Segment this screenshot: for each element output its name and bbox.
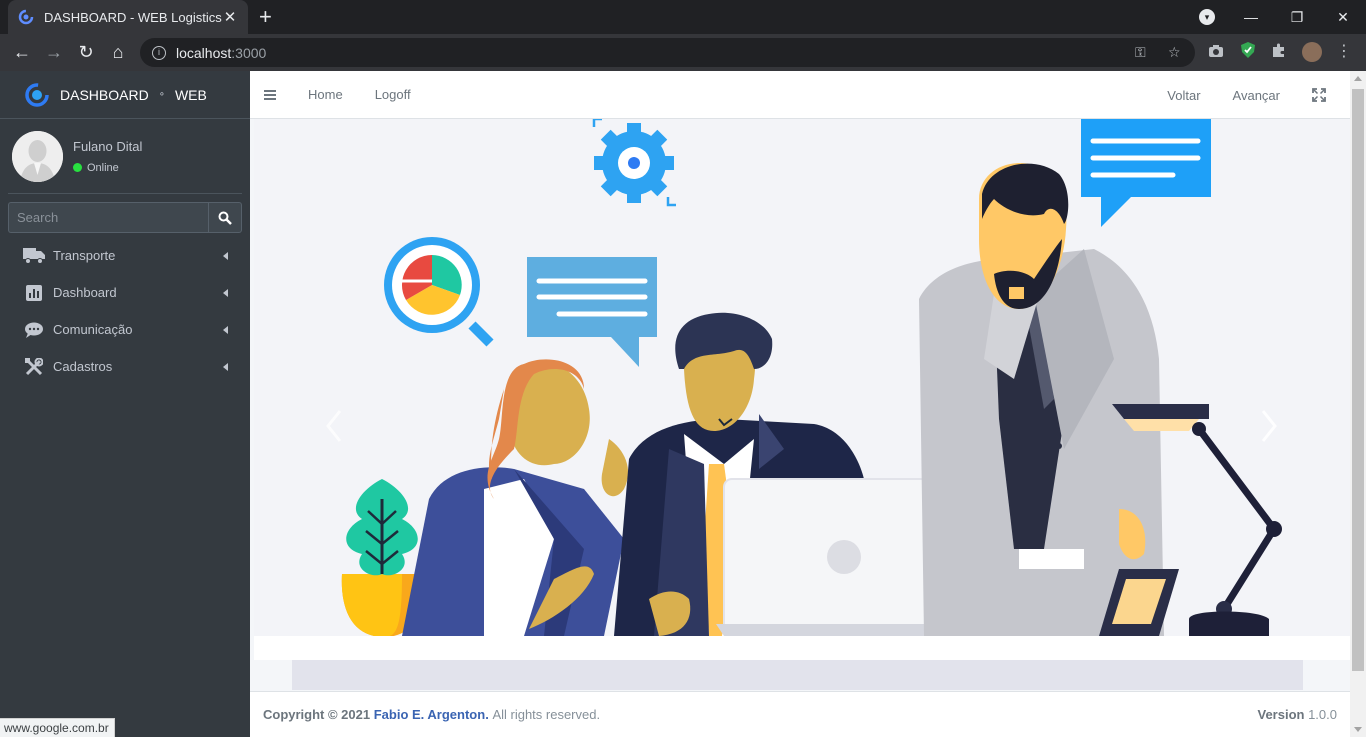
forward-arrow-icon[interactable]: → (43, 41, 65, 63)
sidebar-menu: Transporte Dashboard Comunicação Cadastr… (0, 237, 250, 385)
user-name[interactable]: Fulano Dital (73, 139, 142, 154)
brand-logo-icon (25, 82, 49, 107)
page-scrollbar[interactable] (1350, 71, 1366, 737)
footer: Copyright © 2021 Fabio E. Argenton. All … (250, 691, 1350, 737)
avatar[interactable] (12, 130, 63, 182)
camera-extension-icon[interactable] (1206, 42, 1226, 62)
truck-icon (23, 247, 45, 265)
sidebar-item-label: Transporte (53, 248, 116, 263)
user-status: Online (73, 162, 142, 174)
sidebar: DASHBOARD ∘ WEB Fulano Dital Online Sear… (0, 71, 250, 737)
scroll-down-icon[interactable] (1354, 727, 1362, 732)
restore-icon[interactable]: ❐ (1274, 0, 1320, 34)
hamburger-menu-icon[interactable] (264, 88, 276, 102)
url-host: localhost (176, 44, 232, 61)
browser-menu-icon[interactable]: ⋮ (1334, 42, 1354, 62)
fullscreen-expand-icon[interactable] (1312, 88, 1326, 102)
window-close-icon[interactable]: ✕ (1320, 0, 1366, 34)
browser-tabbar: DASHBOARD - WEB Logistics ✕ + ▾ — ❐ ✕ (0, 0, 1366, 34)
caret-left-icon (223, 325, 228, 334)
address-bar[interactable]: i localhost:3000 ⚿ ☆ (140, 38, 1195, 67)
author-link[interactable]: Fabio E. Argenton. (374, 707, 489, 722)
brand-sub-text: WEB (174, 86, 207, 103)
tab-search-icon[interactable]: ▾ (1199, 9, 1215, 25)
brand-link[interactable]: DASHBOARD ∘ WEB (0, 71, 250, 119)
window-controls: — ❐ ✕ (1228, 0, 1366, 34)
tools-icon (23, 357, 45, 376)
nav-right: Voltar Avançar (1167, 71, 1350, 119)
carousel-next-icon[interactable] (1261, 409, 1277, 443)
nav-forward-link[interactable]: Avançar (1233, 88, 1280, 103)
reload-icon[interactable]: ↻ (75, 41, 97, 63)
speech-bubble-icon (1081, 119, 1211, 227)
nav-home-link[interactable]: Home (308, 87, 343, 102)
version-info: Version 1.0.0 (1257, 707, 1337, 722)
browser-status-url: www.google.com.br (0, 718, 115, 737)
extensions-puzzle-icon[interactable] (1269, 42, 1289, 62)
chart-icon (23, 284, 45, 302)
nav-logoff-link[interactable]: Logoff (375, 87, 411, 102)
caret-left-icon (223, 251, 228, 260)
version-label: Version (1257, 707, 1305, 722)
sidebar-item-dashboard[interactable]: Dashboard (0, 274, 250, 311)
site-info-icon[interactable]: i (152, 45, 166, 60)
carousel-prev-icon[interactable] (326, 409, 342, 443)
top-navbar: Home Logoff Voltar Avançar (250, 71, 1350, 119)
sidebar-item-cadastros[interactable]: Cadastros (0, 348, 250, 385)
caret-left-icon (223, 362, 228, 371)
gear-icon (592, 119, 676, 207)
home-icon[interactable]: ⌂ (107, 41, 129, 63)
bookmark-star-icon[interactable]: ☆ (1168, 38, 1181, 67)
nav-back-link[interactable]: Voltar (1167, 88, 1200, 103)
browser-toolbar: ← → ↻ ⌂ i localhost:3000 ⚿ ☆ ⋮ (0, 34, 1366, 71)
profile-avatar-icon[interactable] (1302, 42, 1322, 62)
url-port: :3000 (231, 44, 267, 61)
back-arrow-icon[interactable]: ← (11, 41, 33, 63)
search-button[interactable] (208, 202, 242, 233)
team-illustration (341, 119, 1282, 636)
user-panel: Fulano Dital Online (8, 119, 242, 194)
sidebar-item-label: Comunicação (53, 322, 133, 337)
minimize-icon[interactable]: — (1228, 0, 1274, 34)
version-number: 1.0.0 (1308, 707, 1337, 722)
caret-left-icon (223, 288, 228, 297)
search-icon (218, 211, 232, 225)
brand-main-text: DASHBOARD (60, 86, 149, 103)
chat-icon (23, 321, 45, 339)
new-tab-icon[interactable]: + (259, 6, 272, 28)
shield-extension-icon[interactable] (1238, 42, 1258, 62)
copyright-text: Copyright © 2021 (263, 707, 371, 722)
sidebar-item-label: Dashboard (53, 285, 117, 300)
user-status-text: Online (87, 161, 119, 174)
pie-chart-magnifier-icon (384, 237, 494, 347)
tab-title: DASHBOARD - WEB Logistics (44, 9, 222, 25)
rights-text: All rights reserved. (492, 707, 601, 722)
content-panel (292, 660, 1303, 690)
brand-separator: ∘ (158, 89, 165, 100)
hero-carousel-slide (254, 119, 1350, 636)
carousel-bottom (254, 636, 1350, 660)
sidebar-search (8, 202, 242, 233)
sidebar-item-comunicacao[interactable]: Comunicação (0, 311, 250, 348)
man-standing-figure (919, 163, 1164, 636)
site-favicon-icon (18, 9, 34, 25)
online-status-icon (73, 163, 82, 172)
browser-tab[interactable]: DASHBOARD - WEB Logistics ✕ (8, 0, 248, 34)
scroll-up-icon[interactable] (1354, 76, 1362, 81)
speech-bubble-icon (527, 257, 657, 367)
sidebar-item-transporte[interactable]: Transporte (0, 237, 250, 274)
main-content (250, 119, 1350, 691)
sidebar-item-label: Cadastros (53, 359, 113, 374)
key-icon[interactable]: ⚿ (1135, 38, 1146, 67)
search-input[interactable] (8, 202, 208, 233)
tab-close-icon[interactable]: ✕ (222, 8, 238, 26)
scrollbar-thumb[interactable] (1352, 89, 1364, 671)
